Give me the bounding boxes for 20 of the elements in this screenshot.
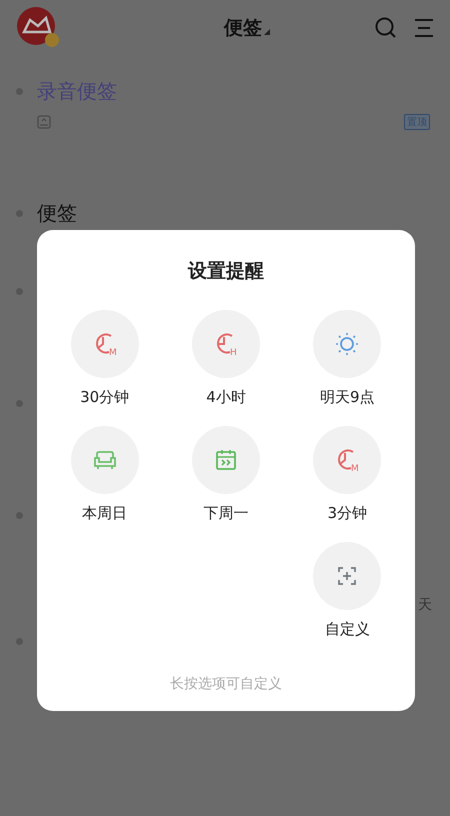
note-text: 天 (418, 596, 432, 614)
option-label: 下周一 (203, 504, 248, 523)
option-label: 自定义 (324, 620, 370, 639)
option-label: 4小时 (206, 388, 246, 407)
option-label: 30分钟 (80, 388, 130, 407)
option-button[interactable]: H (192, 310, 260, 378)
header-title[interactable]: 便签 (224, 15, 262, 41)
option-label: 3分钟 (328, 504, 368, 523)
option-button[interactable]: M (313, 426, 382, 494)
avatar-icon[interactable] (16, 6, 60, 50)
option-label: 明天9点 (320, 388, 375, 407)
search-icon[interactable] (374, 16, 398, 40)
image-icon (37, 115, 51, 129)
menu-icon[interactable] (412, 16, 436, 40)
option-label: 本周日 (82, 504, 128, 523)
option-button[interactable]: M (70, 310, 139, 378)
dialog-title: 设置提醒 (188, 259, 264, 284)
caret-icon[interactable] (264, 29, 270, 35)
note-title[interactable]: 便签 (37, 200, 77, 226)
hint-text: 长按选项可自定义 (170, 675, 282, 693)
